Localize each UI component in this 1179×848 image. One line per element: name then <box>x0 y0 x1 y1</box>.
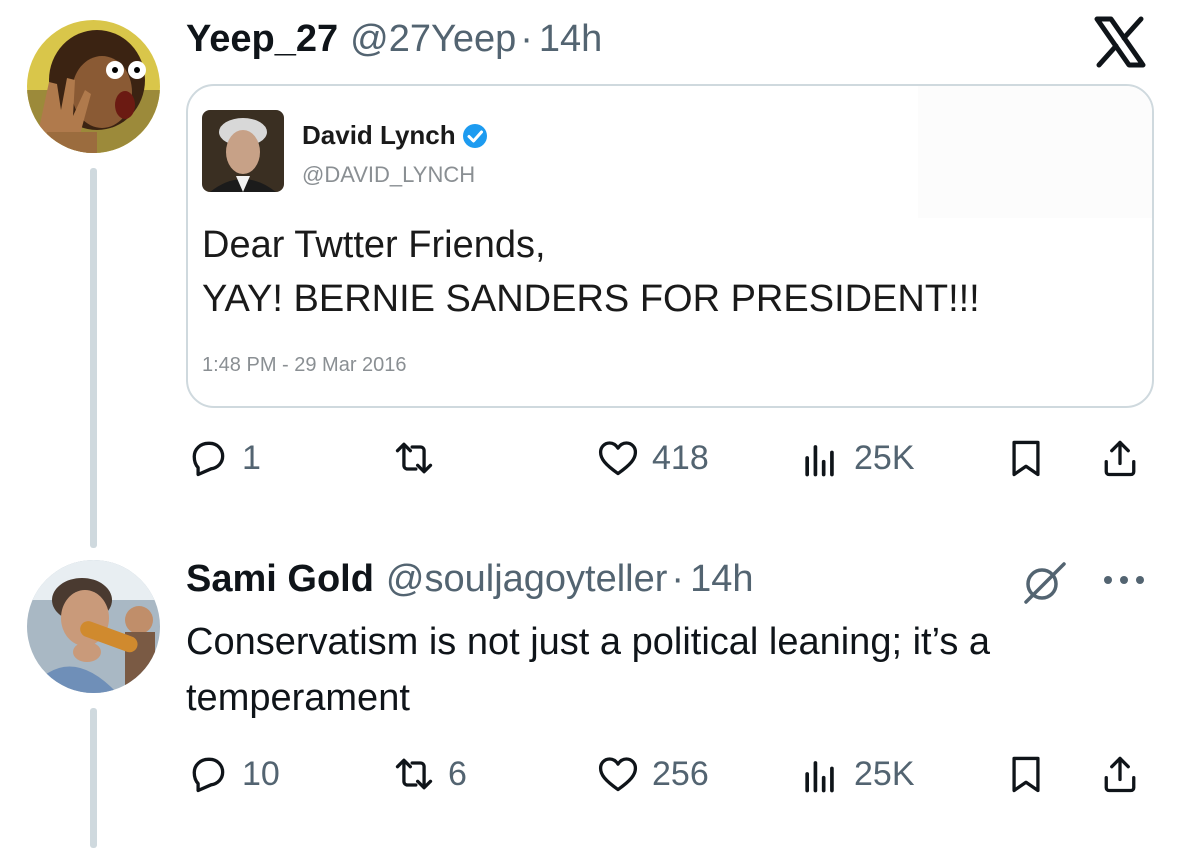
views-button-2[interactable]: 25K <box>798 752 915 796</box>
share-icon <box>1104 440 1136 477</box>
like-count: 418 <box>652 438 709 477</box>
quoted-tweet-card[interactable]: David Lynch @DAVID_LYNCH Dear Twtter Fri… <box>186 84 1154 408</box>
more-icon[interactable] <box>1100 568 1148 592</box>
reply-time[interactable]: 14h <box>690 558 753 601</box>
repost-button-2[interactable]: 6 <box>392 752 467 796</box>
post-separator: · <box>520 18 533 60</box>
repost-button[interactable] <box>392 436 448 480</box>
repost-icon <box>395 758 433 790</box>
reply-icon <box>192 757 225 793</box>
bookmark-icon <box>1012 756 1040 793</box>
bookmark-icon <box>1012 440 1040 477</box>
quote-timestamp: 1:48 PM - 29 Mar 2016 <box>202 354 407 376</box>
thread-line-lower <box>90 708 97 848</box>
reply-count: 1 <box>242 438 261 477</box>
quote-name-row: David Lynch <box>302 120 488 151</box>
like-count: 256 <box>652 754 709 793</box>
quote-text-line-2: YAY! BERNIE SANDERS FOR PRESIDENT!!! <box>202 278 980 320</box>
grok-icon[interactable] <box>1020 558 1068 606</box>
reply-icon <box>192 441 225 477</box>
views-icon <box>805 761 834 793</box>
reply-handle[interactable]: @souljagoyteller <box>386 558 668 601</box>
views-count: 25K <box>854 438 915 477</box>
bookmark-button-2[interactable] <box>1004 752 1048 796</box>
quote-text: Dear Twtter Friends, YAY! BERNIE SANDERS… <box>202 218 980 326</box>
quote-text-line-1: Dear Twtter Friends, <box>202 224 546 266</box>
views-button[interactable]: 25K <box>798 436 915 480</box>
views-icon <box>805 445 834 477</box>
reply-button-2[interactable]: 10 <box>186 752 280 796</box>
reply-count: 10 <box>242 754 280 793</box>
avatar-sami-gold[interactable] <box>27 560 160 693</box>
bookmark-button[interactable] <box>1004 436 1048 480</box>
like-icon <box>598 757 638 792</box>
reply-text: Conservatism is not just a political lea… <box>186 621 991 719</box>
reply-button[interactable]: 1 <box>186 436 261 480</box>
post-handle[interactable]: @27Yeep <box>350 18 516 61</box>
avatar-david-lynch[interactable] <box>202 110 284 192</box>
like-button[interactable]: 418 <box>596 436 709 480</box>
quote-handle[interactable]: @DAVID_LYNCH <box>302 162 475 188</box>
repost-count: 6 <box>448 754 467 793</box>
repost-icon <box>395 442 433 474</box>
reply-header: Sami Gold @souljagoyteller · 14h <box>186 558 753 601</box>
reply-separator: · <box>671 558 685 600</box>
like-button-2[interactable]: 256 <box>596 752 709 796</box>
quote-blank-region <box>918 86 1152 218</box>
reply-display-name[interactable]: Sami Gold <box>186 558 374 601</box>
avatar-yeep[interactable] <box>27 20 160 153</box>
post-time[interactable]: 14h <box>539 18 602 61</box>
verified-badge-icon <box>462 123 488 149</box>
like-icon <box>598 441 638 476</box>
thread-line <box>90 168 97 548</box>
share-icon <box>1104 756 1136 793</box>
views-count: 25K <box>854 754 915 793</box>
share-button-2[interactable] <box>1098 752 1142 796</box>
x-logo-icon[interactable] <box>1094 16 1146 68</box>
post-header: Yeep_27 @27Yeep · 14h <box>186 18 602 61</box>
post-display-name[interactable]: Yeep_27 <box>186 18 338 61</box>
share-button[interactable] <box>1098 436 1142 480</box>
quote-display-name[interactable]: David Lynch <box>302 120 456 151</box>
